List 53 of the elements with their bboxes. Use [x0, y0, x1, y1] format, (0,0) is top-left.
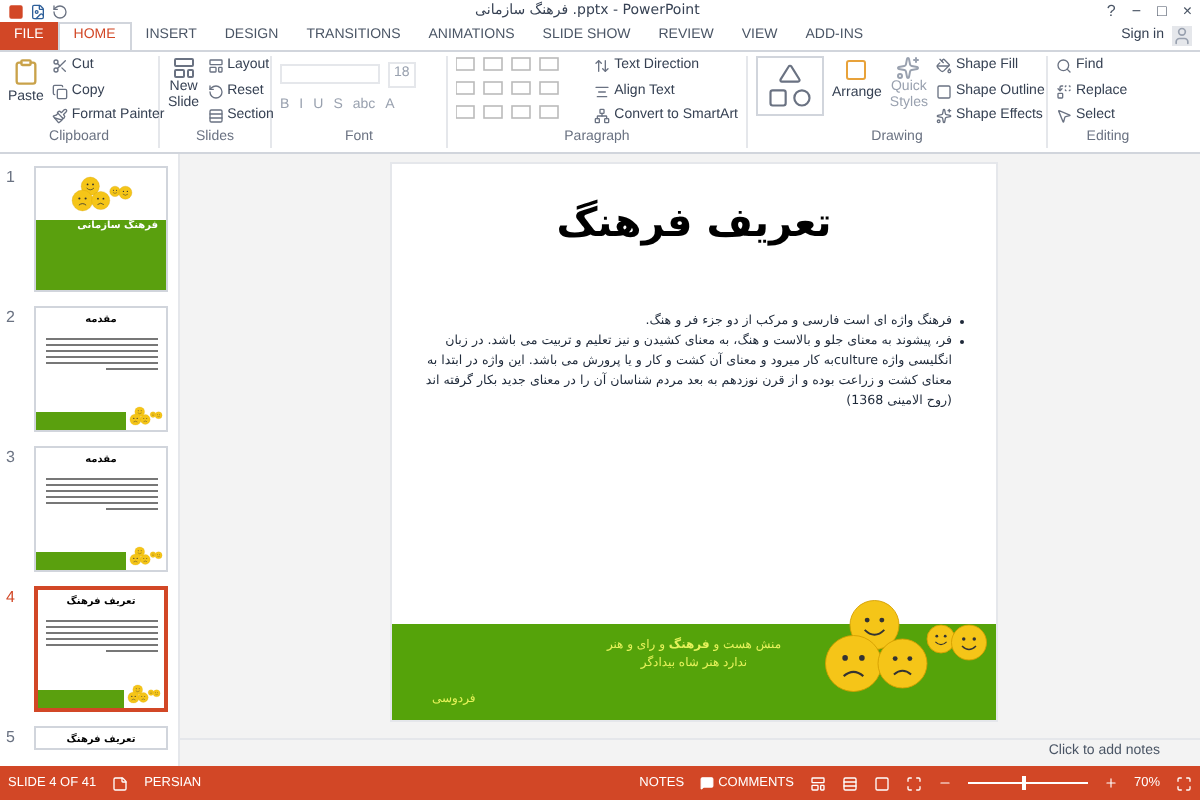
ribbon-icon [51, 108, 68, 125]
thumbnail-footer-band [38, 690, 124, 708]
smiley-balls-drawing [126, 402, 166, 430]
smiley-balls-drawing [124, 680, 164, 708]
window-control[interactable]: − [1131, 3, 1141, 19]
window-control[interactable]: □ [1156, 3, 1167, 19]
slide-number: 4 [6, 586, 17, 610]
app-icon [8, 3, 24, 19]
text-lines-drawing [45, 337, 157, 373]
slide-number: 2 [6, 306, 17, 330]
slideshow-icon[interactable] [905, 775, 922, 791]
thumbnail-footer-band [36, 552, 126, 570]
ribbon-icon [935, 58, 952, 75]
slide-number: 3 [6, 446, 17, 470]
ribbon-icon [594, 83, 611, 100]
ribbon-icon [51, 83, 68, 100]
comment-icon [700, 776, 715, 790]
clipboard-icon [11, 56, 40, 88]
ribbon-icon [935, 108, 952, 125]
slide-sorter-icon[interactable] [841, 775, 858, 791]
slide-layout-icon [171, 56, 196, 80]
slide-number: 5 [6, 726, 17, 750]
ribbon-icon [207, 58, 224, 75]
sparkle-icon [896, 56, 921, 80]
shapes-gallery[interactable] [756, 56, 824, 116]
slide-number: 1 [6, 166, 17, 190]
zoom-thumb[interactable] [1021, 776, 1026, 790]
ribbon-icon [1056, 83, 1072, 100]
ribbon-icon [207, 83, 224, 100]
ribbon-icon [935, 83, 952, 100]
normal-view-icon[interactable] [809, 775, 826, 791]
reading-view-icon[interactable] [873, 775, 890, 791]
ribbon-icon [594, 58, 611, 75]
ribbon-icon [207, 108, 224, 125]
thumbnail-footer-band [36, 412, 126, 430]
user-avatar-icon[interactable] [1172, 26, 1192, 46]
undo-icon[interactable] [52, 3, 68, 19]
ribbon-icon [1056, 58, 1072, 75]
window-control[interactable]: × [1182, 3, 1192, 19]
zoom-in-icon[interactable] [1103, 776, 1118, 790]
fit-slide-icon[interactable] [1176, 775, 1192, 791]
slide-title: تعریف فرهنگ [554, 196, 834, 250]
ribbon-icon [51, 58, 68, 75]
window-control[interactable]: ? [1106, 3, 1116, 19]
save-icon[interactable] [30, 3, 46, 19]
font-name-field[interactable] [280, 64, 380, 85]
smiley-balls-drawing [126, 542, 166, 570]
text-lines-drawing [45, 477, 157, 513]
text-lines-drawing [45, 619, 157, 655]
ribbon-icon [594, 108, 611, 125]
ribbon-icon [1056, 108, 1072, 125]
spelling-icon[interactable] [112, 775, 129, 791]
zoom-out-icon[interactable] [937, 776, 952, 790]
